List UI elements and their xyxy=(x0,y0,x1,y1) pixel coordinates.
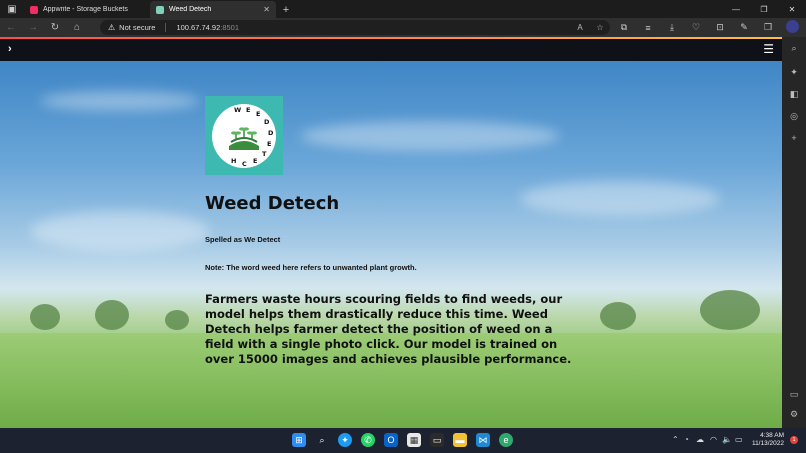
close-window-icon[interactable]: ✕ xyxy=(778,0,806,18)
search-icon[interactable]: ⌕ xyxy=(782,43,806,54)
office-icon[interactable]: ◧ xyxy=(782,89,806,100)
new-tab-icon[interactable]: + xyxy=(276,1,296,18)
address-bar-actions: A ☆ xyxy=(570,20,610,35)
tab-label: Weed Detech xyxy=(169,6,212,13)
twitter-icon[interactable]: ✦ xyxy=(338,433,352,447)
copilot-icon[interactable]: ❒ xyxy=(756,22,780,33)
collections-icon[interactable]: ✎ xyxy=(732,22,756,33)
screenshot-icon[interactable]: ⊡ xyxy=(708,22,732,33)
restore-icon[interactable]: ❐ xyxy=(750,0,778,18)
downloads-icon[interactable]: ⤓ xyxy=(660,22,684,33)
page-title: Weed Detech xyxy=(205,193,340,214)
logo-letter: E xyxy=(256,109,261,118)
address-bar[interactable]: ⚠ Not secure 100.67.74.92:8501 xyxy=(100,20,610,35)
subtitle: Spelled as We Detect xyxy=(205,235,281,244)
divider xyxy=(165,23,167,32)
back-icon[interactable]: ← xyxy=(0,18,22,37)
appwrite-favicon-icon xyxy=(30,5,38,14)
clock-date: 11/13/2022 xyxy=(751,440,784,447)
wifi-icon[interactable]: ◠ xyxy=(710,435,717,444)
tab-strip: ▣ Appwrite - Storage Buckets Weed Detech… xyxy=(0,0,806,18)
home-icon[interactable]: ⌂ xyxy=(66,18,88,37)
weed-detech-logo: W E E D D E T E C H xyxy=(205,96,283,175)
store-icon[interactable]: ▦ xyxy=(407,433,421,447)
file-explorer-icon[interactable]: ▬ xyxy=(453,433,467,447)
logo-letter: H xyxy=(231,156,237,165)
health-icon[interactable]: ♡ xyxy=(684,22,708,33)
close-tab-icon[interactable]: ✕ xyxy=(263,5,270,14)
background-cloud xyxy=(40,91,200,111)
logo-letter: E xyxy=(253,156,258,165)
profile-avatar[interactable] xyxy=(780,20,804,35)
cloud-icon[interactable]: ☁ xyxy=(696,435,704,444)
logo-letter: D xyxy=(268,128,274,137)
outlook-icon[interactable]: ◎ xyxy=(782,111,806,122)
add-sidebar-app-icon[interactable]: + xyxy=(782,133,806,143)
clock-time: 4:38 AM xyxy=(760,432,784,439)
forward-icon[interactable]: → xyxy=(22,18,44,37)
note-text: Note: The word weed here refers to unwan… xyxy=(205,263,417,272)
plant-icon xyxy=(229,126,259,150)
logo-letter: D xyxy=(264,117,270,126)
minimize-icon[interactable]: — xyxy=(722,0,750,18)
vscode-icon[interactable]: ⋈ xyxy=(476,433,490,447)
window-controls: — ❐ ✕ xyxy=(722,0,806,18)
tab-appwrite[interactable]: Appwrite - Storage Buckets xyxy=(24,1,150,18)
toolbar-icons: ⧉ ≡ ⤓ ♡ ⊡ ✎ ❒ ⋯ xyxy=(612,18,806,37)
whatsapp-icon[interactable]: ✆ xyxy=(361,433,375,447)
streamlit-favicon-icon xyxy=(156,5,164,14)
volume-icon[interactable]: 🔈 xyxy=(722,435,732,444)
logo-ring: W E E D D E T E C H xyxy=(212,103,276,168)
background-cloud xyxy=(520,181,720,216)
logo-letter: T xyxy=(262,149,267,158)
expand-sidebar-icon[interactable]: › xyxy=(8,43,12,55)
tab-weed-detech[interactable]: Weed Detech ✕ xyxy=(150,1,276,18)
extensions-icon[interactable]: ⧉ xyxy=(612,22,636,33)
settings-gear-icon[interactable]: ⚙ xyxy=(782,409,806,420)
notification-badge[interactable]: 1 xyxy=(790,436,798,444)
hide-sidebar-icon[interactable]: ▭ xyxy=(782,389,806,400)
main-content: W E E D D E T E C H Weed Detech Spelled … xyxy=(0,61,782,428)
battery-icon[interactable]: ▭ xyxy=(735,435,743,444)
description-text: Farmers waste hours scouring fields to f… xyxy=(205,292,572,366)
logo-letter: E xyxy=(267,139,272,148)
logo-letter: W xyxy=(234,105,242,114)
favorite-star-icon[interactable]: ☆ xyxy=(590,23,610,32)
navigation-bar: ← → ↻ ⌂ ⚠ Not secure 100.67.74.92:8501 A… xyxy=(0,18,806,37)
search-icon[interactable]: ⌕ xyxy=(315,433,329,447)
app-tray-icon[interactable]: ◔ xyxy=(684,435,689,444)
read-aloud-icon[interactable]: A xyxy=(570,23,590,32)
app-header: › ☰ xyxy=(0,39,782,61)
background-cloud xyxy=(30,211,210,251)
favorites-icon[interactable]: ≡ xyxy=(636,23,660,33)
edge-browser-icon[interactable]: e xyxy=(499,433,513,447)
tools-icon[interactable]: ✦ xyxy=(782,67,806,78)
terminal-icon[interactable]: ▭ xyxy=(430,433,444,447)
background-cloud xyxy=(300,121,560,151)
tab-label: Appwrite - Storage Buckets xyxy=(43,6,128,13)
system-clock[interactable]: 4:38 AM 11/13/2022 xyxy=(752,432,784,448)
security-status[interactable]: Not secure xyxy=(119,23,155,32)
outlook-icon[interactable]: O xyxy=(384,433,398,447)
tab-actions-icon[interactable]: ▣ xyxy=(0,0,24,18)
hamburger-menu-icon[interactable]: ☰ xyxy=(763,42,774,56)
chevron-up-icon[interactable]: ⌃ xyxy=(672,435,679,444)
windows-taskbar: ⊞ ⌕ ✦ ✆ O ▦ ▭ ▬ ⋈ e ⌃ ◔ ☁ ◠ 🔈 ▭ 4:38 AM … xyxy=(0,428,806,453)
logo-letter: C xyxy=(242,159,247,168)
warning-icon: ⚠ xyxy=(108,23,116,32)
logo-letter: E xyxy=(246,105,251,114)
url-host: 100.67.74.92 xyxy=(176,23,221,32)
refresh-icon[interactable]: ↻ xyxy=(44,18,66,37)
edge-sidebar: ⌕ ✦ ◧ ◎ + ▭ ⚙ xyxy=(782,37,806,428)
url-port: :8501 xyxy=(220,23,240,32)
windows-start-icon[interactable]: ⊞ xyxy=(292,433,306,447)
